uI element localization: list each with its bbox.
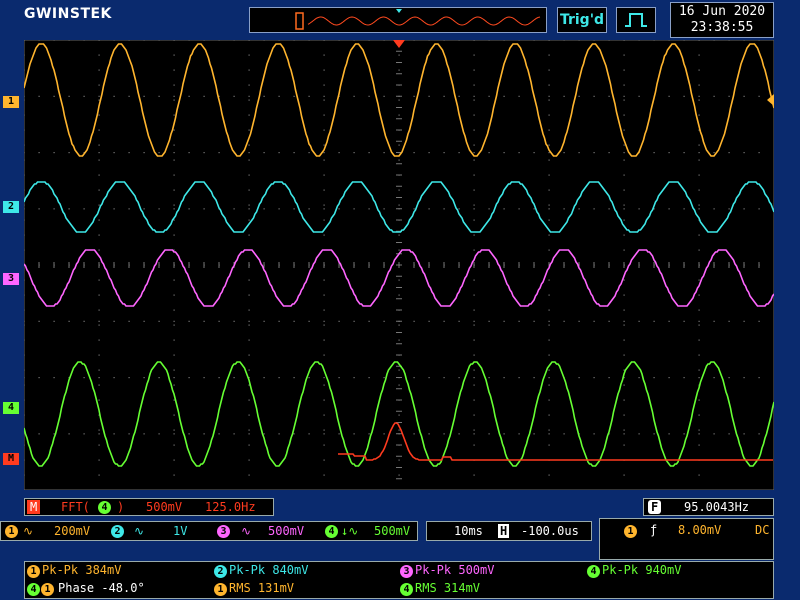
trigger-level[interactable]: 8.00mV (678, 523, 721, 537)
ch4-scale-value[interactable]: 500mV (374, 524, 410, 538)
meas-5-badge: 1 (214, 583, 227, 596)
frequency-label: F (648, 500, 662, 514)
meas-6-badge: 4 (400, 583, 413, 596)
meas-ch3-pkpk: Pk-Pk 500mV (415, 563, 495, 577)
ch3-scale-value[interactable]: 500mV (268, 524, 304, 538)
meas-phase-badge-b: 1 (41, 583, 54, 596)
meas-3-badge: 3 (400, 565, 413, 578)
trigger-status: Trig'd (557, 7, 607, 33)
meas-phase-badge-a: 4 (27, 583, 40, 596)
horizontal-position-label: H (498, 524, 510, 538)
datetime-display: 16 Jun 2020 23:38:55 (670, 2, 774, 38)
math-fft-waveform (338, 422, 773, 461)
meas-ch1-rms: RMS 131mV (229, 581, 295, 595)
meas-ch1-pkpk: Pk-Pk 384mV (42, 563, 122, 577)
trigger-coupling: DC (755, 523, 770, 537)
waveform-graticule (23, 39, 775, 491)
ch3-scale-badge[interactable]: 3 (217, 525, 230, 538)
ac-coupling-icon: ↓∿ (341, 524, 359, 538)
math-label: M (27, 500, 41, 514)
trigger-source-badge: 1 (624, 525, 637, 538)
meas-phase: Phase -48.0° (58, 581, 145, 595)
math-scale: 500mV (146, 500, 183, 514)
brand-logo: GWINSTEK (24, 6, 112, 22)
ac-coupling-icon: ∿ (23, 524, 34, 538)
meas-4-badge: 4 (587, 565, 600, 578)
ch2-ground-marker[interactable]: 2 (3, 201, 19, 213)
math-function: FFT( (61, 500, 90, 514)
ch2-scale-value[interactable]: 1V (173, 524, 187, 538)
date-text: 16 Jun 2020 (678, 4, 766, 19)
time-text: 23:38:55 (690, 20, 754, 35)
math-ground-marker[interactable]: M (3, 453, 19, 465)
memory-position-bar[interactable] (249, 7, 547, 33)
ch1-scale-value[interactable]: 200mV (54, 524, 90, 538)
acquire-mode-icon[interactable] (616, 7, 656, 33)
math-span: 125.0Hz (205, 500, 256, 514)
trigger-readout[interactable]: 1 ƒ 8.00mV DC (599, 518, 774, 560)
meas-ch4-pkpk: Pk-Pk 940mV (602, 563, 682, 577)
ch1-ground-marker[interactable]: 1 (3, 96, 19, 108)
trigger-time-marker (393, 40, 405, 48)
ch3-waveform (23, 249, 775, 307)
ch1-scale-badge[interactable]: 1 (5, 525, 18, 538)
vertical-scale-bar[interactable]: 1 ∿ 200mV 2 ∿ 1V 3 ∿ 500mV 4 ↓∿ 500mV (0, 521, 418, 541)
memory-waveform-preview (295, 9, 541, 30)
ch2-scale-badge[interactable]: 2 (111, 525, 124, 538)
math-close: ) (117, 500, 125, 514)
meas-ch2-pkpk: Pk-Pk 840mV (229, 563, 309, 577)
ch3-ground-marker[interactable]: 3 (3, 273, 19, 285)
math-source-badge: 4 (98, 501, 111, 514)
memory-wave-trace (307, 16, 541, 26)
frequency-readout: F 95.0043Hz (643, 498, 774, 516)
meas-ch4-rms: RMS 314mV (415, 581, 481, 595)
meas-2-badge: 2 (214, 565, 227, 578)
rising-edge-icon: ƒ (650, 523, 658, 537)
math-readout[interactable]: M FFT( 4 ) 500mV 125.0Hz (24, 498, 274, 516)
horizontal-position-value[interactable]: -100.0us (521, 524, 579, 538)
timebase-readout[interactable]: 10ms H -100.0us (426, 521, 592, 541)
ch4-scale-badge[interactable]: 4 (325, 525, 338, 538)
memory-window-marker (295, 12, 304, 30)
ch4-ground-marker[interactable]: 4 (3, 402, 19, 414)
waveform-display[interactable] (23, 39, 775, 491)
trigger-position-marker (396, 9, 402, 13)
timebase-value[interactable]: 10ms (454, 524, 483, 538)
ac-coupling-icon: ∿ (134, 524, 145, 538)
measurement-panel: 1 Pk-Pk 384mV 2 Pk-Pk 840mV 3 Pk-Pk 500m… (24, 561, 774, 599)
frequency-value: 95.0043Hz (684, 500, 750, 514)
ac-coupling-icon: ∿ (241, 524, 252, 538)
meas-1-badge: 1 (27, 565, 40, 578)
pulse-icon (625, 13, 647, 27)
